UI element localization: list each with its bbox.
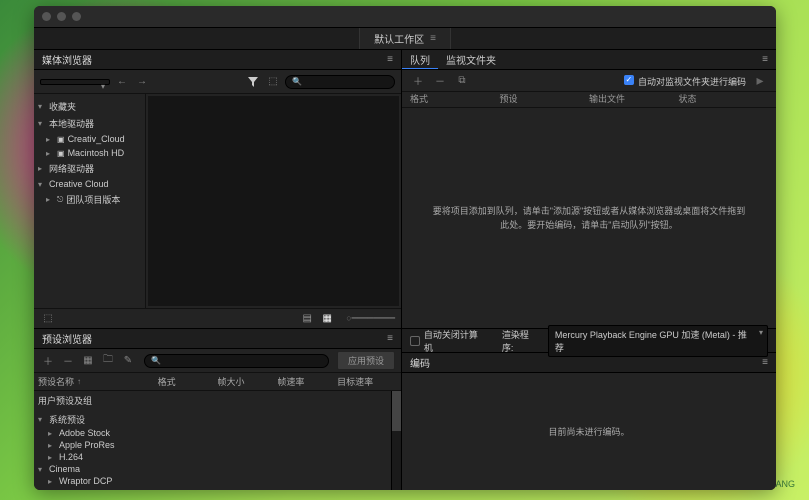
add-preset-icon[interactable]: ＋ xyxy=(40,353,56,369)
media-preview[interactable] xyxy=(148,96,399,306)
panel-menu-icon[interactable]: ≡ xyxy=(387,333,393,344)
preset-cinema-group[interactable]: ▾Cinema xyxy=(34,463,391,475)
workspace-bar: 默认工作区 ≡ xyxy=(34,28,776,50)
ingest-icon[interactable]: ⬚ xyxy=(265,74,281,90)
workspace: 媒体浏览器 ≡ ← → ⬚ 🔍 xyxy=(34,50,776,490)
preset-user-group[interactable]: 用户预设及组 xyxy=(34,393,391,408)
queue-panel: 队列 监视文件夹 ≡ ＋ － ⧉ 自动对监视文件夹进行编码 ▸ 格式 xyxy=(402,50,776,328)
tree-team-project[interactable]: ▸⎋团队项目版本 xyxy=(34,191,145,208)
preset-h264[interactable]: ▸H.264 xyxy=(34,451,391,463)
renderer-dropdown[interactable]: Mercury Playback Engine GPU 加速 (Metal) -… xyxy=(548,325,768,357)
checkbox-icon xyxy=(410,336,420,346)
preset-scrollbar[interactable] xyxy=(391,391,401,490)
panel-menu-icon[interactable]: ≡ xyxy=(387,54,393,65)
search-icon: 🔍 xyxy=(151,356,161,365)
add-source-icon[interactable]: ＋ xyxy=(410,73,426,89)
media-browser-panel: 媒体浏览器 ≡ ← → ⬚ 🔍 xyxy=(34,50,401,328)
encoding-title: 编码 xyxy=(410,355,430,370)
tree-local-drives[interactable]: ▾本地驱动器 xyxy=(34,115,145,132)
preset-wraptor-dcp[interactable]: ▸Wraptor DCP xyxy=(34,475,391,487)
zoom-icon[interactable] xyxy=(72,12,81,21)
queue-toolbar: ＋ － ⧉ 自动对监视文件夹进行编码 ▸ xyxy=(402,70,776,92)
queue-columns: 格式 预设 输出文件 状态 xyxy=(402,92,776,108)
media-browser-title: 媒体浏览器 xyxy=(42,52,92,67)
panel-menu-icon[interactable]: ≡ xyxy=(430,33,436,44)
preset-search-input[interactable]: 🔍 xyxy=(144,354,329,368)
media-toolbar: ← → ⬚ 🔍 xyxy=(34,70,401,94)
panel-menu-icon[interactable]: ≡ xyxy=(762,54,776,65)
remove-source-icon[interactable]: － xyxy=(432,73,448,89)
apply-preset-button[interactable]: 应用预设 xyxy=(337,351,395,370)
media-tree: ▾收藏夹 ▾本地驱动器 ▸▣Creativ_Cloud ▸▣Macintosh … xyxy=(34,94,146,308)
queue-empty-message: 要将项目添加到队列，请单击"添加源"按钮或者从媒体浏览器或桌面将文件拖到此处。要… xyxy=(402,108,776,328)
preset-toolbar: ＋ － ▦ 🗀 ✎ 🔍 应用预设 xyxy=(34,349,401,373)
preset-browser-panel: 预设浏览器 ≡ ＋ － ▦ 🗀 ✎ 🔍 应用预设 预设名称↑ xyxy=(34,328,401,490)
thumbnail-view-icon[interactable]: ▦ xyxy=(320,313,334,325)
queue-header: 队列 监视文件夹 ≡ xyxy=(402,50,776,70)
tree-creative-cloud-drive[interactable]: ▸▣Creativ_Cloud xyxy=(34,132,145,146)
preset-system-group[interactable]: ▾系统预设 xyxy=(34,412,391,427)
arrow-right-icon[interactable]: → xyxy=(134,74,150,90)
search-icon: 🔍 xyxy=(292,77,302,86)
traffic-lights xyxy=(42,12,81,21)
auto-encode-checkbox[interactable]: 自动对监视文件夹进行编码 xyxy=(624,72,746,90)
start-queue-button[interactable]: ▸ xyxy=(752,73,768,89)
bottom-right-panel: 自动关闭计算机 渲染程序: Mercury Playback Engine GP… xyxy=(402,328,776,490)
renderer-label: 渲染程序: xyxy=(502,328,540,354)
tree-network-drives[interactable]: ▸网络驱动器 xyxy=(34,160,145,177)
scrollbar-thumb[interactable] xyxy=(392,391,401,431)
workspace-tab-default[interactable]: 默认工作区 ≡ xyxy=(359,28,451,49)
duplicate-icon[interactable]: ⧉ xyxy=(454,73,470,89)
preset-browser-title: 预设浏览器 xyxy=(42,331,92,346)
preset-apple-prores[interactable]: ▸Apple ProRes xyxy=(34,439,391,451)
zoom-slider[interactable]: ○━━━━━━━━ xyxy=(346,313,395,324)
remove-preset-icon[interactable]: － xyxy=(60,353,76,369)
edit-preset-icon[interactable]: ✎ xyxy=(120,353,136,369)
preset-tree: 用户预设及组 ▾系统预设 ▸Adobe Stock ▸Apple ProRes … xyxy=(34,391,391,490)
checkbox-icon xyxy=(624,75,634,85)
list-view-icon[interactable]: ▤ xyxy=(300,313,314,325)
tree-creative-cloud[interactable]: ▾Creative Cloud xyxy=(34,177,145,191)
preset-browser-header: 预设浏览器 ≡ xyxy=(34,329,401,349)
filter-icon[interactable] xyxy=(245,74,261,90)
tree-favorites[interactable]: ▾收藏夹 xyxy=(34,98,145,115)
preset-adobe-stock[interactable]: ▸Adobe Stock xyxy=(34,427,391,439)
panel-menu-icon[interactable]: ≡ xyxy=(762,357,768,368)
tab-watch-folders[interactable]: 监视文件夹 xyxy=(438,50,504,69)
preset-table-header: 预设名称↑ 格式 帧大小 帧速率 目标速率 xyxy=(34,373,401,391)
preset-settings-icon[interactable]: ▦ xyxy=(80,353,96,369)
media-scope-dropdown[interactable] xyxy=(40,79,110,85)
close-icon[interactable] xyxy=(42,12,51,21)
encoding-empty-message: 目前尚未进行编码。 xyxy=(402,373,776,490)
minimize-icon[interactable] xyxy=(57,12,66,21)
placeholder-icon: ⬚ xyxy=(40,311,56,327)
auto-shutdown-checkbox[interactable]: 自动关闭计算机 xyxy=(410,328,486,354)
media-footer: ⬚ ▤ ▦ ○━━━━━━━━ xyxy=(34,308,401,328)
arrow-left-icon[interactable]: ← xyxy=(114,74,130,90)
new-folder-icon[interactable]: 🗀 xyxy=(100,353,116,369)
media-search-input[interactable]: 🔍 xyxy=(285,75,395,89)
app-window: 默认工作区 ≡ 媒体浏览器 ≡ ← → ⬚ xyxy=(34,6,776,490)
media-browser-header: 媒体浏览器 ≡ xyxy=(34,50,401,70)
right-column: 队列 监视文件夹 ≡ ＋ － ⧉ 自动对监视文件夹进行编码 ▸ 格式 xyxy=(402,50,776,490)
tab-queue[interactable]: 队列 xyxy=(402,50,438,69)
renderer-row: 自动关闭计算机 渲染程序: Mercury Playback Engine GP… xyxy=(402,329,776,353)
left-column: 媒体浏览器 ≡ ← → ⬚ 🔍 xyxy=(34,50,402,490)
titlebar[interactable] xyxy=(34,6,776,28)
tree-macintosh-hd[interactable]: ▸▣Macintosh HD xyxy=(34,146,145,160)
media-body: ▾收藏夹 ▾本地驱动器 ▸▣Creativ_Cloud ▸▣Macintosh … xyxy=(34,94,401,308)
